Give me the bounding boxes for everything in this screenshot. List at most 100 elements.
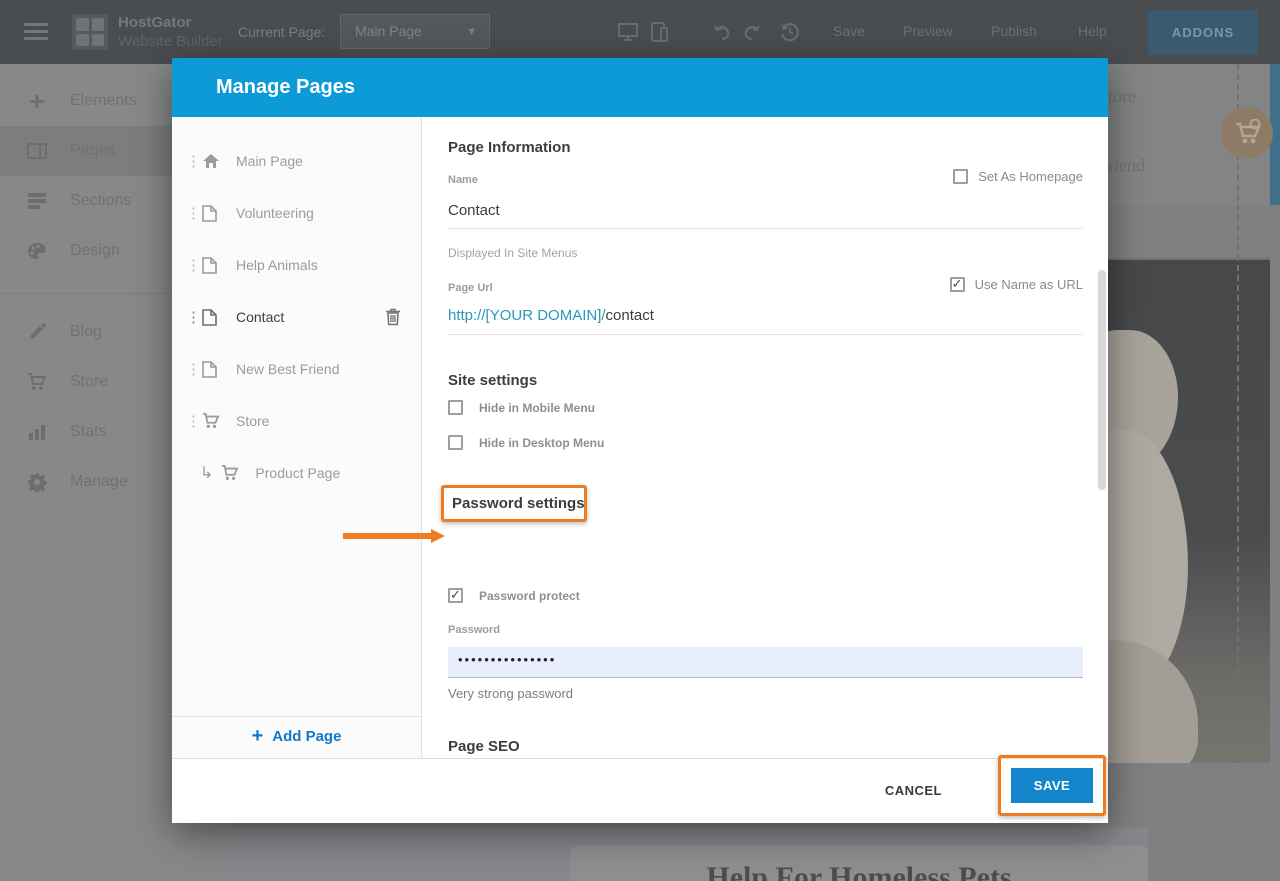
plus-icon: + (252, 725, 264, 748)
drag-handle-icon[interactable]: ⋮ (186, 152, 198, 170)
page-row-main-page[interactable]: ⋮ Main Page (172, 135, 421, 187)
modal-scrollbar[interactable] (1098, 270, 1106, 490)
history-icon[interactable] (780, 22, 802, 42)
page-row-label: New Best Friend (236, 361, 339, 377)
hide-desktop-checkbox[interactable] (448, 435, 463, 450)
modal-header: Manage Pages (172, 58, 1108, 117)
redo-icon[interactable] (742, 22, 764, 42)
page-row-help-animals[interactable]: ⋮ Help Animals (172, 239, 421, 291)
bar-chart-icon (26, 421, 48, 443)
brand-text: HostGator Website Builder (118, 13, 223, 51)
pages-icon (26, 140, 48, 162)
annotation-arrow (343, 529, 445, 543)
undo-icon[interactable] (712, 22, 734, 42)
drag-handle-icon[interactable]: ⋮ (186, 412, 198, 430)
preview-button[interactable]: Preview (903, 23, 953, 39)
password-protect-checkbox[interactable] (448, 588, 463, 603)
cart-icon (221, 464, 239, 482)
home-icon (202, 152, 220, 170)
palette-icon (26, 240, 48, 262)
desktop-view-icon[interactable] (617, 22, 639, 42)
use-name-as-url-label: Use Name as URL (975, 277, 1083, 292)
page-row-label: Product Page (255, 465, 340, 481)
password-field[interactable]: ••••••••••••••• (448, 647, 1083, 678)
hide-desktop-label: Hide in Desktop Menu (479, 436, 604, 450)
mobile-view-icon[interactable] (648, 22, 670, 42)
page-row-label: Contact (236, 309, 284, 325)
page-row-store[interactable]: ⋮ Store (172, 395, 421, 447)
set-as-homepage-checkbox[interactable] (953, 169, 968, 184)
sidebar-item-label: Pages (70, 142, 115, 160)
help-button[interactable]: Help (1078, 23, 1107, 39)
current-page-value: Main Page (355, 23, 422, 39)
page-row-new-best-friend[interactable]: ⋮ New Best Friend (172, 343, 421, 395)
pencil-icon (26, 321, 48, 343)
save-modal-button[interactable]: SAVE (1011, 768, 1093, 803)
drag-handle-icon[interactable]: ⋮ (186, 360, 198, 378)
brand-name: HostGator (118, 13, 223, 32)
gear-icon (26, 471, 48, 493)
sidebar-item-label: Store (70, 373, 108, 391)
page-icon (202, 308, 220, 326)
annotation-box-save: SAVE (998, 755, 1106, 816)
save-button[interactable]: Save (833, 23, 865, 39)
sidebar-item-label: Sections (70, 192, 131, 210)
site-settings-heading: Site settings (448, 372, 537, 389)
manage-pages-modal: Manage Pages ⋮ Main Page ⋮ Volunteering … (172, 58, 1108, 823)
use-name-as-url-checkbox[interactable] (950, 277, 965, 292)
modal-title: Manage Pages (216, 76, 355, 99)
page-list-panel: ⋮ Main Page ⋮ Volunteering ⋮ Help Animal… (172, 117, 422, 758)
set-as-homepage-label: Set As Homepage (978, 169, 1083, 184)
page-icon (202, 204, 220, 222)
modal-footer: CANCEL SAVE (172, 758, 1108, 823)
page-row-volunteering[interactable]: ⋮ Volunteering (172, 187, 421, 239)
password-protect-checkbox-row[interactable]: Password protect (448, 588, 580, 603)
store-nav-fragment: tore (1108, 86, 1136, 107)
page-row-contact[interactable]: ⋮ Contact (172, 291, 421, 343)
hide-mobile-checkbox-row[interactable]: Hide in Mobile Menu (448, 400, 595, 415)
name-field[interactable]: Contact (448, 202, 1083, 229)
page-row-label: Store (236, 413, 269, 429)
page-icon (202, 360, 220, 378)
cart-icon (202, 412, 220, 430)
brand-subtitle: Website Builder (118, 32, 223, 51)
drag-handle-icon[interactable]: ⋮ (186, 256, 198, 274)
page-url-field[interactable]: http://[YOUR DOMAIN]/contact (448, 307, 1083, 335)
top-toolbar: HostGator Website Builder Current Page: … (0, 0, 1280, 64)
section-guide-line (1237, 64, 1239, 763)
subpage-arrow-icon: ↳ (200, 463, 213, 483)
password-settings-heading: Password settings (452, 495, 585, 512)
publish-button[interactable]: Publish (991, 23, 1037, 39)
add-page-label: Add Page (272, 728, 341, 745)
set-as-homepage-checkbox-row[interactable]: Set As Homepage (953, 169, 1083, 184)
page-row-product-page[interactable]: ↳ Product Page (172, 447, 421, 499)
page-information-heading: Page Information (448, 139, 571, 156)
drag-handle-icon[interactable]: ⋮ (186, 308, 198, 326)
sidebar-item-label: Manage (70, 473, 128, 491)
site-photo-dog (1108, 258, 1270, 763)
url-prefix: http://[YOUR DOMAIN]/ (448, 307, 606, 324)
add-page-button[interactable]: + Add Page (172, 716, 421, 756)
sidebar-item-label: Blog (70, 323, 102, 341)
annotation-box-password-settings: Password settings (441, 485, 587, 522)
use-name-as-url-checkbox-row[interactable]: Use Name as URL (950, 277, 1083, 292)
hide-desktop-checkbox-row[interactable]: Hide in Desktop Menu (448, 435, 604, 450)
sections-icon (26, 190, 48, 212)
page-row-label: Main Page (236, 153, 303, 169)
delete-page-icon[interactable] (385, 308, 401, 326)
sidebar-item-label: Stats (70, 423, 106, 441)
current-page-label: Current Page: (238, 24, 325, 40)
hide-mobile-checkbox[interactable] (448, 400, 463, 415)
addons-button[interactable]: ADDONS (1148, 10, 1258, 55)
cart-icon (26, 371, 48, 393)
hamburger-menu-icon[interactable] (24, 23, 48, 41)
page-row-label: Volunteering (236, 205, 314, 221)
drag-handle-icon[interactable]: ⋮ (186, 204, 198, 222)
sidebar-item-label: Elements (70, 92, 137, 110)
displayed-in-menus-label: Displayed In Site Menus (448, 246, 577, 260)
page-url-label: Page Url (448, 282, 493, 294)
plus-icon: + (26, 90, 48, 112)
current-page-select[interactable]: Main Page ▼ (340, 14, 490, 49)
hide-mobile-label: Hide in Mobile Menu (479, 401, 595, 415)
cancel-button[interactable]: CANCEL (885, 783, 942, 798)
